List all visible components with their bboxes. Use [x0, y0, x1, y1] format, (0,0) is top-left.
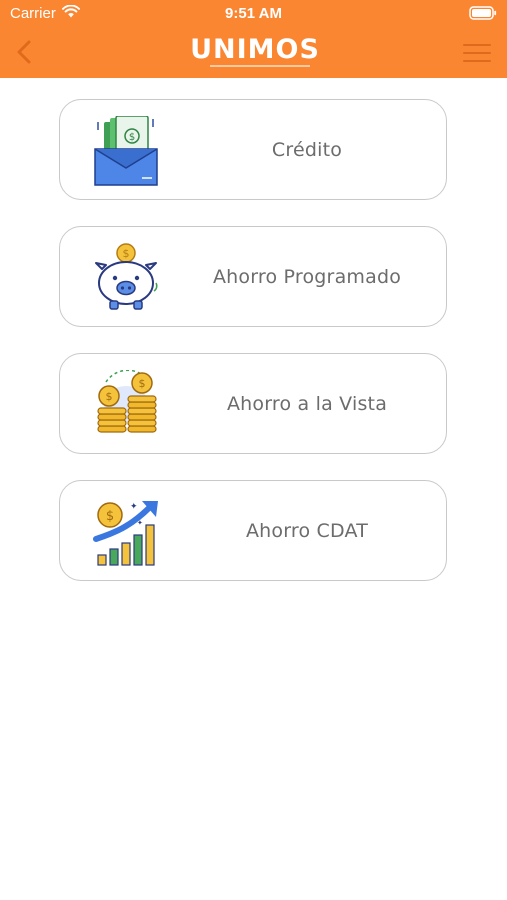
svg-text:$: $ — [129, 132, 135, 143]
ahorro-programado-label: Ahorro Programado — [212, 265, 402, 288]
credito-card[interactable]: $ Crédito — [59, 99, 447, 200]
menu-line — [463, 52, 491, 54]
status-time: 9:51 AM — [225, 5, 282, 22]
header: Carrier 9:51 AM UNIMOS — [0, 0, 507, 78]
svg-text:$: $ — [123, 247, 130, 260]
chevron-left-icon — [17, 40, 31, 64]
ahorro-vista-label: Ahorro a la Vista — [226, 392, 388, 415]
ahorro-programado-card[interactable]: $ Ahorro Programado — [59, 226, 447, 327]
screen: Carrier 9:51 AM UNIMOS $ Crédito $ Ahorr… — [0, 0, 507, 900]
svg-text:$: $ — [139, 377, 146, 390]
logo-text: UNIMOS — [190, 34, 320, 65]
logo-tagline-line — [210, 65, 310, 67]
battery-icon — [469, 6, 497, 25]
status-bar: Carrier 9:51 AM — [0, 0, 507, 28]
money-box-icon: $ — [90, 115, 162, 186]
unimos-logo: UNIMOS — [190, 36, 320, 72]
back-button[interactable] — [6, 34, 42, 70]
coin-stacks-icon: $ $ — [90, 369, 162, 440]
hamburger-menu-button[interactable] — [461, 38, 495, 68]
svg-text:✦: ✦ — [130, 502, 138, 512]
menu-line — [463, 60, 491, 62]
ahorro-vista-card[interactable]: $ $ Ahorro a la Vista — [59, 353, 447, 454]
piggy-bank-icon: $ — [90, 243, 162, 313]
svg-text:$: $ — [106, 509, 114, 524]
menu-line — [463, 44, 491, 46]
ahorro-cdat-card[interactable]: $ ✦ ✦ Ahorro CDAT — [59, 480, 447, 581]
svg-text:$: $ — [106, 390, 113, 403]
growth-chart-icon: $ ✦ ✦ — [90, 497, 162, 567]
ahorro-cdat-label: Ahorro CDAT — [245, 519, 369, 542]
navbar: UNIMOS — [0, 28, 507, 78]
credito-label: Crédito — [271, 138, 343, 161]
